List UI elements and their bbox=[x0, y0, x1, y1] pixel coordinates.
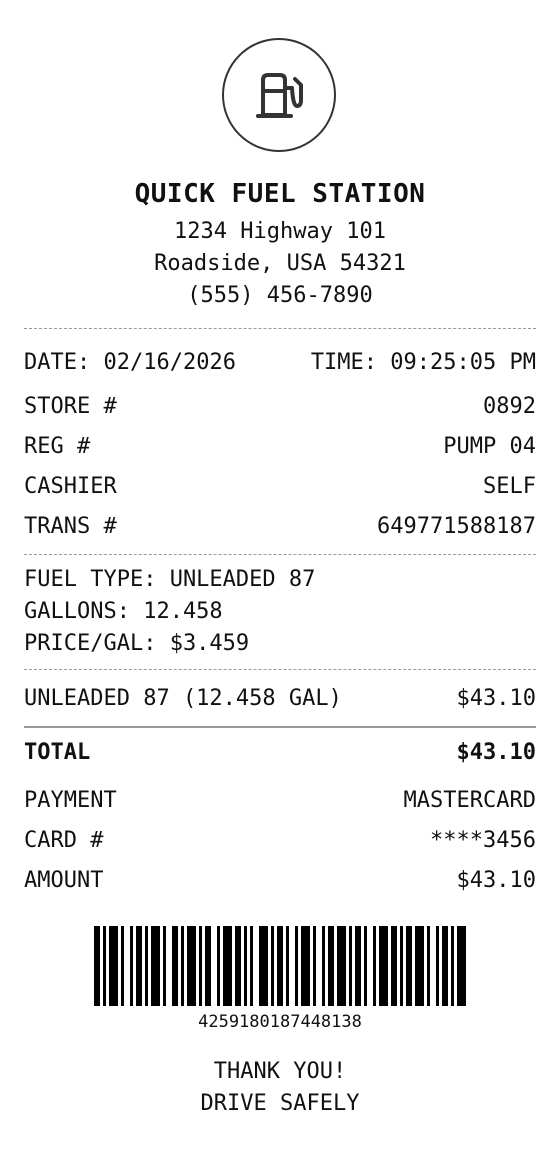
barcode-bar bbox=[295, 926, 298, 1006]
register-row: REG # PUMP 04 bbox=[24, 430, 536, 462]
barcode-bar bbox=[415, 926, 424, 1006]
barcode-bar bbox=[172, 926, 178, 1006]
total-label: TOTAL bbox=[24, 739, 91, 765]
barcode-bar bbox=[103, 926, 106, 1006]
payment-label: PAYMENT bbox=[24, 787, 117, 813]
register-value: PUMP 04 bbox=[443, 433, 536, 459]
store-label: STORE # bbox=[24, 393, 117, 419]
barcode-bar bbox=[379, 926, 388, 1006]
barcode-bar bbox=[349, 926, 352, 1006]
amount-value: $43.10 bbox=[456, 867, 536, 893]
barcode-bar bbox=[187, 926, 196, 1006]
barcode-bar bbox=[250, 926, 253, 1006]
price-per-gallon-line: PRICE/GAL: $3.459 bbox=[24, 631, 250, 656]
cashier-value: SELF bbox=[483, 473, 536, 499]
barcode-bar bbox=[136, 926, 142, 1006]
barcode-bar bbox=[427, 926, 430, 1006]
barcode-bar bbox=[313, 926, 316, 1006]
transaction-label: TRANS # bbox=[24, 513, 117, 539]
card-value: ****3456 bbox=[430, 827, 536, 853]
barcode-bar bbox=[301, 926, 310, 1006]
barcode-bar bbox=[328, 926, 334, 1006]
barcode-bar bbox=[271, 926, 274, 1006]
divider bbox=[24, 328, 536, 329]
barcode-bar bbox=[286, 926, 289, 1006]
store-phone: (555) 456-7890 bbox=[187, 283, 373, 308]
fuel-pump-icon bbox=[256, 73, 303, 118]
barcode-bar bbox=[199, 926, 202, 1006]
logo bbox=[222, 38, 336, 152]
barcode-bar bbox=[277, 926, 283, 1006]
barcode-bar bbox=[181, 926, 184, 1006]
date-value: 02/16/2026 bbox=[103, 349, 236, 375]
store-name: QUICK FUEL STATION bbox=[134, 179, 426, 209]
line-item-amount: $43.10 bbox=[456, 685, 536, 711]
barcode-bar bbox=[121, 926, 124, 1006]
divider bbox=[24, 669, 536, 670]
barcode-bar bbox=[163, 926, 166, 1006]
cashier-row: CASHIER SELF bbox=[24, 470, 536, 502]
barcode-bar bbox=[151, 926, 160, 1006]
date-group: DATE: 02/16/2026 bbox=[24, 350, 236, 375]
line-item-row: UNLEADED 87 (12.458 GAL) $43.10 bbox=[24, 682, 536, 714]
amount-label: AMOUNT bbox=[24, 867, 104, 893]
total-value: $43.10 bbox=[456, 739, 536, 765]
barcode-number: 4259180187448138 bbox=[198, 1012, 362, 1032]
thank-you-line: THANK YOU! bbox=[213, 1059, 347, 1084]
barcode-bar bbox=[364, 926, 367, 1006]
store-value: 0892 bbox=[483, 393, 536, 419]
payment-value: MASTERCARD bbox=[403, 787, 536, 813]
barcode-bar bbox=[442, 926, 448, 1006]
date-label: DATE: bbox=[24, 349, 91, 375]
barcode-bar bbox=[391, 926, 397, 1006]
barcode-bar bbox=[436, 926, 439, 1006]
card-row: CARD # ****3456 bbox=[24, 824, 536, 856]
barcode-bar bbox=[145, 926, 148, 1006]
barcode-bar bbox=[322, 926, 325, 1006]
divider bbox=[24, 554, 536, 555]
barcode-bar bbox=[451, 926, 454, 1006]
barcode-bar bbox=[205, 926, 211, 1006]
transaction-value: 649771588187 bbox=[377, 513, 536, 539]
date-time-row: DATE: 02/16/2026 TIME: 09:25:05 PM bbox=[24, 346, 536, 378]
register-label: REG # bbox=[24, 433, 91, 459]
address-line-2: Roadside, USA 54321 bbox=[154, 251, 406, 276]
barcode-bar bbox=[406, 926, 412, 1006]
barcode-bar bbox=[259, 926, 268, 1006]
fuel-type-line: FUEL TYPE: UNLEADED 87 bbox=[24, 567, 316, 592]
drive-safely-line: DRIVE SAFELY bbox=[200, 1091, 360, 1116]
barcode-bar bbox=[130, 926, 133, 1006]
barcode-bar bbox=[109, 926, 118, 1006]
barcode-bar bbox=[223, 926, 232, 1006]
barcode-bar bbox=[373, 926, 376, 1006]
transaction-row: TRANS # 649771588187 bbox=[24, 510, 536, 542]
address-line-1: 1234 Highway 101 bbox=[174, 219, 386, 244]
barcode-bar bbox=[94, 926, 100, 1006]
card-label: CARD # bbox=[24, 827, 104, 853]
total-row: TOTAL $43.10 bbox=[24, 736, 536, 768]
time-group: TIME: 09:25:05 PM bbox=[311, 350, 536, 375]
cashier-label: CASHIER bbox=[24, 473, 117, 499]
barcode-bar bbox=[337, 926, 346, 1006]
line-item-description: UNLEADED 87 (12.458 GAL) bbox=[24, 685, 342, 711]
barcode-bar bbox=[235, 926, 241, 1006]
gallons-line: GALLONS: 12.458 bbox=[24, 599, 223, 624]
store-row: STORE # 0892 bbox=[24, 390, 536, 422]
time-label: TIME: bbox=[310, 349, 378, 375]
barcode bbox=[94, 926, 466, 1006]
barcode-bar bbox=[457, 926, 466, 1006]
barcode-bar bbox=[217, 926, 220, 1006]
barcode-bar bbox=[355, 926, 361, 1006]
amount-row: AMOUNT $43.10 bbox=[24, 864, 536, 896]
payment-row: PAYMENT MASTERCARD bbox=[24, 784, 536, 816]
barcode-bar bbox=[244, 926, 247, 1006]
barcode-bar bbox=[400, 926, 403, 1006]
time-value: 09:25:05 PM bbox=[390, 349, 536, 375]
receipt: QUICK FUEL STATION 1234 Highway 101 Road… bbox=[24, 0, 536, 1160]
divider-solid bbox=[24, 726, 536, 728]
